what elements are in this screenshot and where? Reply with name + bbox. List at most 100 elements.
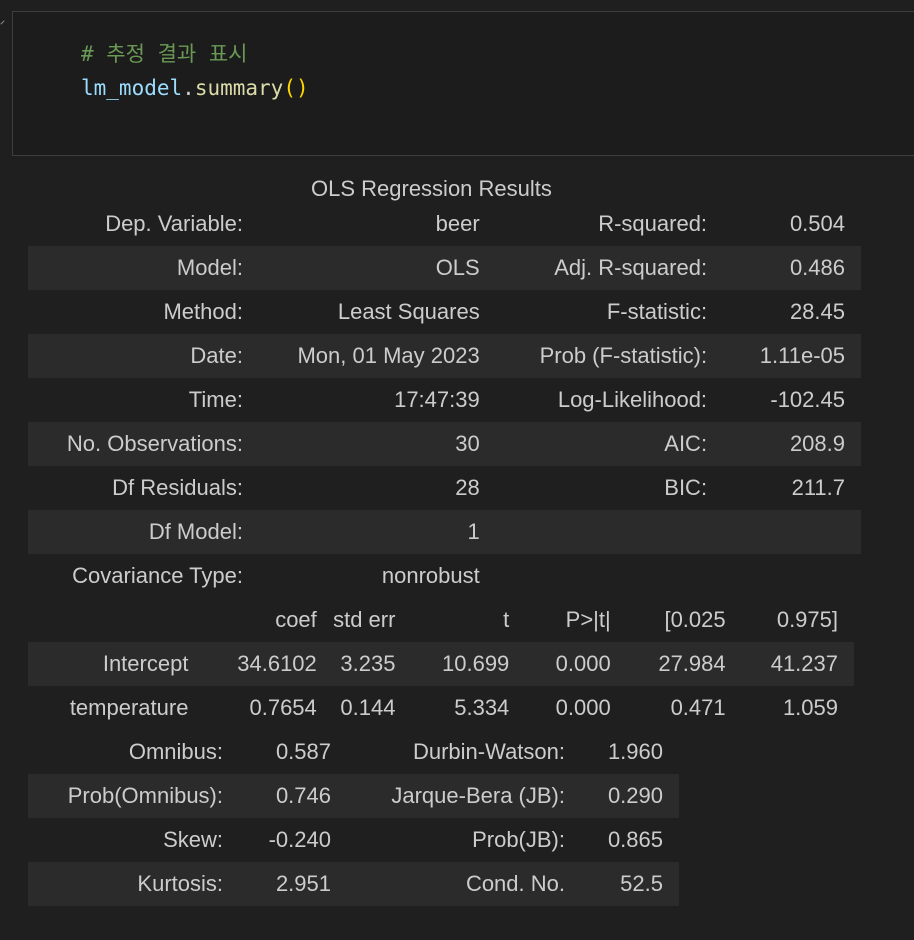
table-row: Df Model: 1 bbox=[28, 510, 861, 554]
table-row: Skew: -0.240 Prob(JB): 0.865 bbox=[28, 818, 679, 862]
table-cell: beer bbox=[435, 211, 480, 236]
table-cell: F-statistic: bbox=[606, 299, 708, 324]
table-cell: -0.240 bbox=[268, 827, 331, 852]
table-row: Time: 17:47:39 Log-Likelihood: -102.45 bbox=[28, 378, 861, 422]
diagnostics-table: Omnibus: 0.587 Durbin-Watson: 1.960 Prob… bbox=[28, 730, 679, 906]
table-row: Kurtosis: 2.951 Cond. No. 52.5 bbox=[28, 862, 679, 906]
table-row: Df Residuals: 28 BIC: 211.7 bbox=[28, 466, 861, 510]
table-cell: 17:47:39 bbox=[394, 387, 480, 412]
table-cell: 41.237 bbox=[725, 642, 854, 686]
table-cell: Dep. Variable: bbox=[105, 211, 243, 236]
table-cell: 28 bbox=[455, 475, 480, 500]
column-header: 0.975] bbox=[776, 607, 838, 632]
table-cell: AIC: bbox=[479, 422, 708, 466]
code-line: lm_model.summary() bbox=[81, 76, 309, 100]
table-cell: Prob (F-statistic): bbox=[479, 334, 708, 378]
table-header-row: coef std err t P>|t| [0.025 0.975] bbox=[28, 598, 854, 642]
table-cell: Cond. No. bbox=[331, 862, 565, 906]
table-cell: Df Model: bbox=[28, 510, 243, 554]
code-variable: lm_model bbox=[81, 76, 183, 100]
table-cell: temperature bbox=[69, 695, 189, 720]
table-cell: 5.334 bbox=[454, 695, 510, 720]
code-comment: # 추정 결과 표시 bbox=[81, 42, 248, 66]
table-cell: 0.7654 bbox=[249, 695, 317, 720]
table-cell: No. Observations: bbox=[28, 422, 243, 466]
table-cell: Model: bbox=[28, 246, 243, 290]
table-cell: nonrobust bbox=[381, 563, 480, 588]
table-cell: 1.960 bbox=[607, 739, 663, 764]
table-cell: 27.984 bbox=[610, 642, 726, 686]
table-cell: 30 bbox=[242, 422, 480, 466]
table-cell: Jarque-Bera (JB): bbox=[331, 774, 565, 818]
table-cell: 0.587 bbox=[275, 739, 331, 764]
table-cell: Durbin-Watson: bbox=[412, 739, 565, 764]
table-cell: 0.000 bbox=[555, 695, 611, 720]
table-cell: 211.7 bbox=[791, 475, 845, 500]
table-cell: 0.865 bbox=[607, 827, 663, 852]
table-cell: Date: bbox=[28, 334, 243, 378]
code-parens: () bbox=[283, 76, 309, 100]
table-cell: 0.000 bbox=[509, 642, 611, 686]
table-row: Model: OLS Adj. R-squared: 0.486 bbox=[28, 246, 861, 290]
table-cell bbox=[707, 554, 861, 598]
table-cell: Method: bbox=[163, 299, 243, 324]
table-cell: 0.471 bbox=[670, 695, 726, 720]
table-row: Covariance Type: nonrobust bbox=[28, 554, 861, 598]
table-cell: 10.699 bbox=[395, 642, 510, 686]
table-row: Prob(Omnibus): 0.746 Jarque-Bera (JB): 0… bbox=[28, 774, 679, 818]
code-method: summary bbox=[194, 76, 284, 100]
column-header: std err bbox=[333, 607, 396, 632]
table-cell: 0.290 bbox=[565, 774, 679, 818]
table-cell: 3.235 bbox=[316, 642, 396, 686]
table-row: Date: Mon, 01 May 2023 Prob (F-statistic… bbox=[28, 334, 861, 378]
coefficient-table: coef std err t P>|t| [0.025 0.975] Inter… bbox=[28, 598, 854, 730]
table-row: Method: Least Squares F-statistic: 28.45 bbox=[28, 290, 861, 334]
table-cell: BIC: bbox=[664, 475, 708, 500]
table-cell: OLS bbox=[242, 246, 480, 290]
table-cell bbox=[480, 554, 707, 598]
table-cell: 34.6102 bbox=[188, 642, 317, 686]
model-summary-table: Dep. Variable: beer R-squared: 0.504 Mod… bbox=[28, 202, 861, 598]
cell-collapse-marker[interactable] bbox=[0, 20, 5, 25]
table-cell: Skew: bbox=[163, 827, 223, 852]
table-cell: 52.5 bbox=[565, 862, 679, 906]
table-cell: Adj. R-squared: bbox=[479, 246, 708, 290]
table-cell: Kurtosis: bbox=[28, 862, 223, 906]
table-cell: 28.45 bbox=[789, 299, 845, 324]
column-header: coef bbox=[275, 607, 317, 632]
table-cell: Prob(JB): bbox=[472, 827, 565, 852]
table-cell: 1.059 bbox=[782, 695, 838, 720]
table-cell: Intercept bbox=[28, 642, 189, 686]
column-header: P>|t| bbox=[565, 607, 611, 632]
table-cell: Prob(Omnibus): bbox=[28, 774, 223, 818]
code-cell[interactable]: # 추정 결과 표시 lm_model.summary() bbox=[12, 11, 914, 156]
table-cell bbox=[707, 510, 861, 554]
table-cell: R-squared: bbox=[598, 211, 708, 236]
table-cell: -102.45 bbox=[770, 387, 845, 412]
table-row: No. Observations: 30 AIC: 208.9 bbox=[28, 422, 861, 466]
table-cell: 0.504 bbox=[789, 211, 845, 236]
table-row: Dep. Variable: beer R-squared: 0.504 bbox=[28, 202, 861, 246]
table-cell: 1 bbox=[242, 510, 480, 554]
table-cell: 0.144 bbox=[340, 695, 396, 720]
table-cell: Covariance Type: bbox=[72, 563, 243, 588]
table-cell: Omnibus: bbox=[128, 739, 223, 764]
column-header: [0.025 bbox=[664, 607, 726, 632]
table-row: temperature 0.7654 0.144 5.334 0.000 0.4… bbox=[28, 686, 854, 730]
table-row: Intercept 34.6102 3.235 10.699 0.000 27.… bbox=[28, 642, 854, 686]
table-cell: 2.951 bbox=[223, 862, 331, 906]
code-dot: . bbox=[182, 76, 195, 100]
table-cell: 1.11e-05 bbox=[707, 334, 861, 378]
table-cell: Log-Likelihood: bbox=[557, 387, 708, 412]
column-header: t bbox=[503, 607, 510, 632]
table-cell: Mon, 01 May 2023 bbox=[242, 334, 480, 378]
table-cell bbox=[479, 510, 708, 554]
results-caption: OLS Regression Results bbox=[311, 176, 552, 201]
table-cell: 0.746 bbox=[223, 774, 331, 818]
table-cell: Df Residuals: bbox=[112, 475, 243, 500]
column-header bbox=[28, 598, 188, 642]
table-row: Omnibus: 0.587 Durbin-Watson: 1.960 bbox=[28, 730, 679, 774]
table-cell: 0.486 bbox=[707, 246, 861, 290]
table-cell: 208.9 bbox=[707, 422, 861, 466]
table-cell: Least Squares bbox=[337, 299, 480, 324]
